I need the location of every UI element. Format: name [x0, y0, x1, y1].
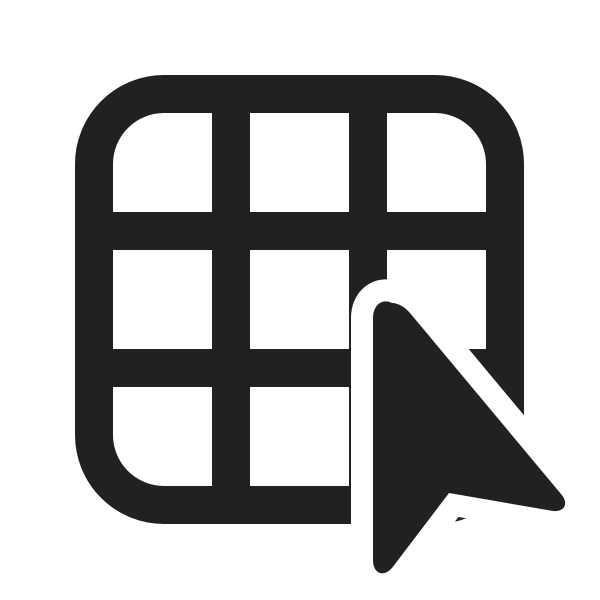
- pointer-cursor-icon: [373, 301, 566, 574]
- table-cursor-icon: [75, 75, 566, 574]
- icon-canvas: [0, 0, 600, 600]
